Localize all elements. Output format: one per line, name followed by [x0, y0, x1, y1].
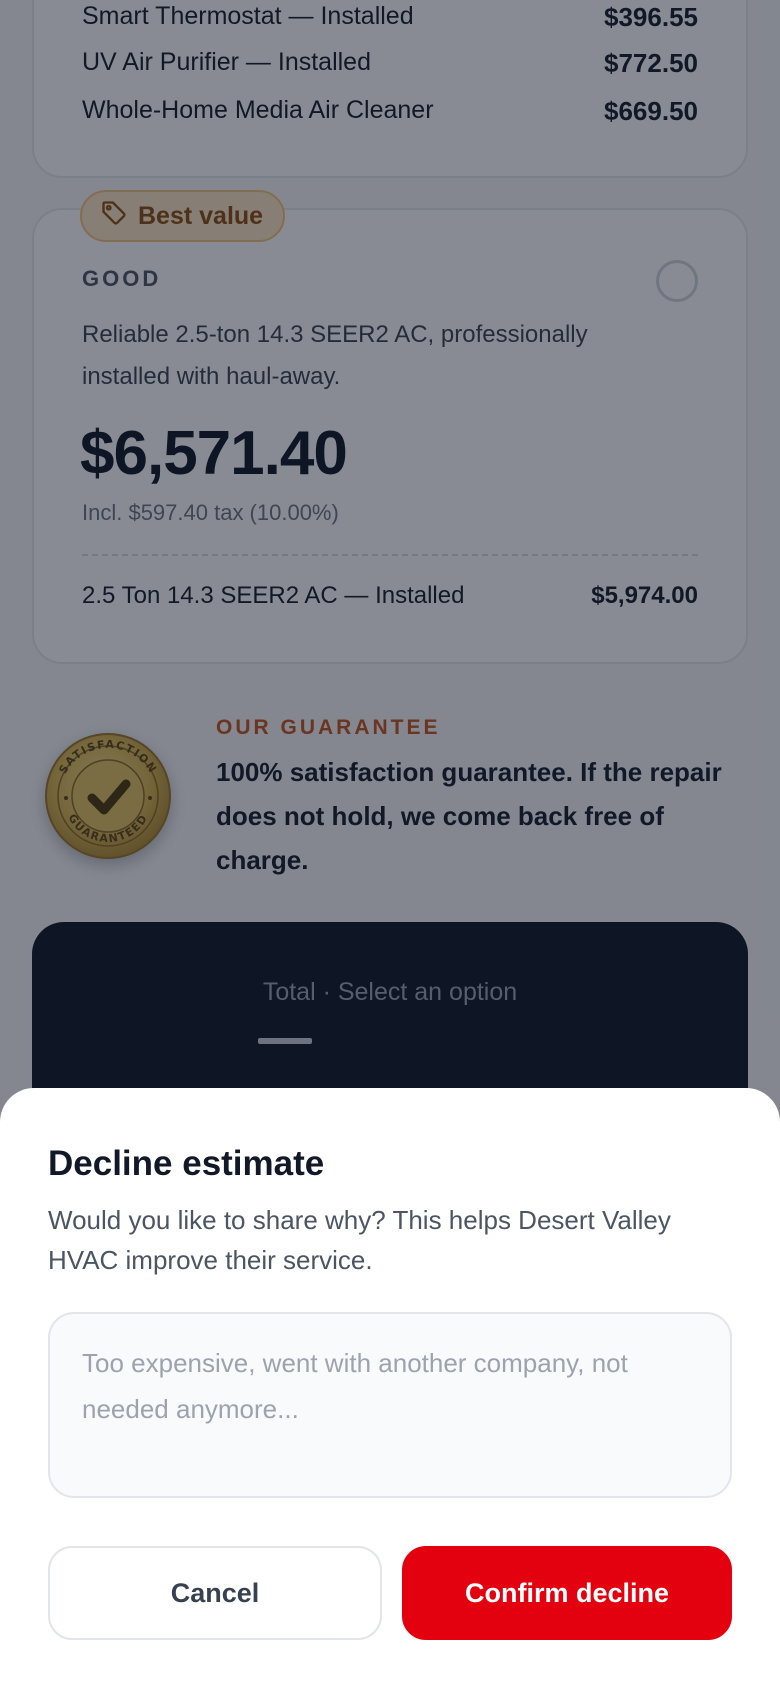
cancel-button[interactable]: Cancel	[48, 1546, 382, 1640]
sheet-title: Decline estimate	[48, 1144, 325, 1183]
decline-estimate-sheet: Decline estimate Would you like to share…	[0, 1088, 780, 1688]
confirm-decline-button[interactable]: Confirm decline	[402, 1546, 732, 1640]
decline-reason-input[interactable]	[48, 1312, 732, 1498]
sheet-subtitle: Would you like to share why? This helps …	[48, 1205, 671, 1275]
